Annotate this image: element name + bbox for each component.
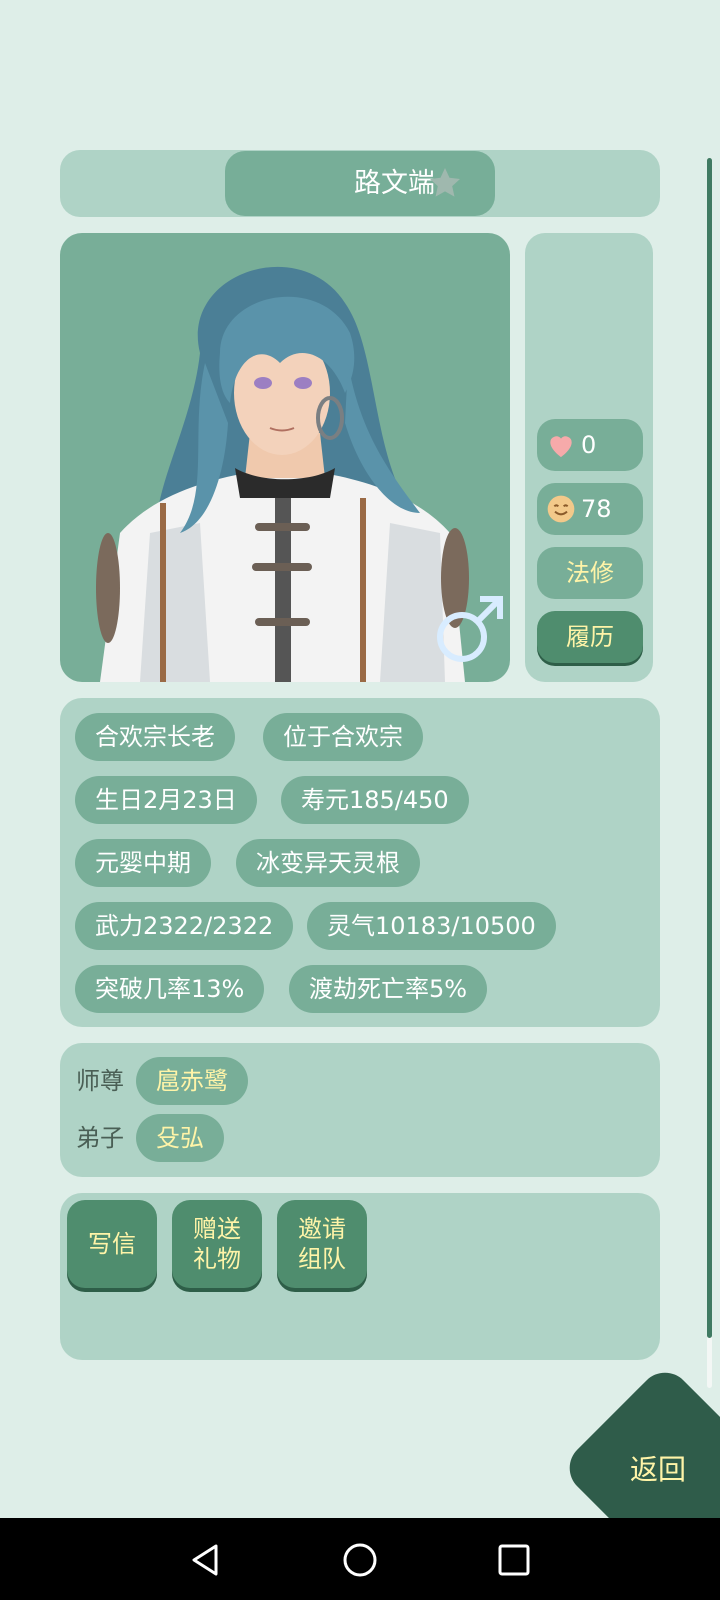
nav-home-icon[interactable] — [340, 1540, 380, 1580]
master-name-button[interactable]: 扈赤鹭 — [136, 1057, 248, 1105]
name-tab: 路文端 — [225, 151, 495, 216]
character-profile-screen: 路文端 0 78 法修 履历 合欢宗长老 位于合欢宗 生日2月23日 寿元185… — [0, 0, 720, 1575]
give-gift-label: 赠送 礼物 — [193, 1214, 241, 1274]
attribute-tag: 冰变异天灵根 — [236, 839, 420, 887]
disciple-label: 弟子 — [76, 1124, 124, 1152]
give-gift-button[interactable]: 赠送 礼物 — [172, 1200, 262, 1288]
attribute-tag: 元婴中期 — [75, 839, 211, 887]
invite-team-line2: 组队 — [298, 1245, 346, 1273]
character-portrait — [60, 233, 510, 682]
disciple-name-button[interactable]: 殳弘 — [136, 1114, 224, 1162]
attribute-tag: 渡劫死亡率5% — [289, 965, 488, 1013]
attribute-tag: 武力2322/2322 — [75, 902, 294, 950]
attribute-tag: 突破几率13% — [75, 965, 265, 1013]
male-icon — [437, 596, 503, 662]
smile-face-icon — [547, 495, 575, 523]
nav-back-icon[interactable] — [186, 1540, 226, 1580]
scrollbar-thumb[interactable] — [707, 158, 712, 1338]
attribute-tag: 生日2月23日 — [75, 776, 257, 824]
attribute-tag: 位于合欢宗 — [263, 713, 423, 761]
master-label: 师尊 — [76, 1067, 124, 1095]
heart-icon — [550, 436, 572, 457]
affection-value: 0 — [581, 431, 597, 459]
write-letter-label: 写信 — [88, 1230, 136, 1258]
history-button[interactable]: 履历 — [537, 611, 643, 663]
back-button[interactable]: 返回 — [630, 1445, 720, 1495]
star-icon[interactable] — [427, 165, 463, 201]
mood-value: 78 — [581, 495, 612, 523]
give-gift-line2: 礼物 — [193, 1245, 241, 1273]
give-gift-line1: 赠送 — [193, 1215, 241, 1243]
class-label: 法修 — [537, 547, 643, 599]
attribute-tag: 寿元185/450 — [281, 776, 469, 824]
invite-team-label: 邀请 组队 — [298, 1214, 346, 1274]
invite-team-line1: 邀请 — [298, 1215, 346, 1243]
nav-recents-icon[interactable] — [494, 1540, 534, 1580]
invite-team-button[interactable]: 邀请 组队 — [277, 1200, 367, 1288]
write-letter-button[interactable]: 写信 — [67, 1200, 157, 1288]
attribute-tag: 灵气10183/10500 — [307, 902, 556, 950]
character-name: 路文端 — [354, 168, 435, 199]
affection-pill: 0 — [537, 419, 643, 471]
mood-pill: 78 — [537, 483, 643, 535]
attribute-tag: 合欢宗长老 — [75, 713, 235, 761]
